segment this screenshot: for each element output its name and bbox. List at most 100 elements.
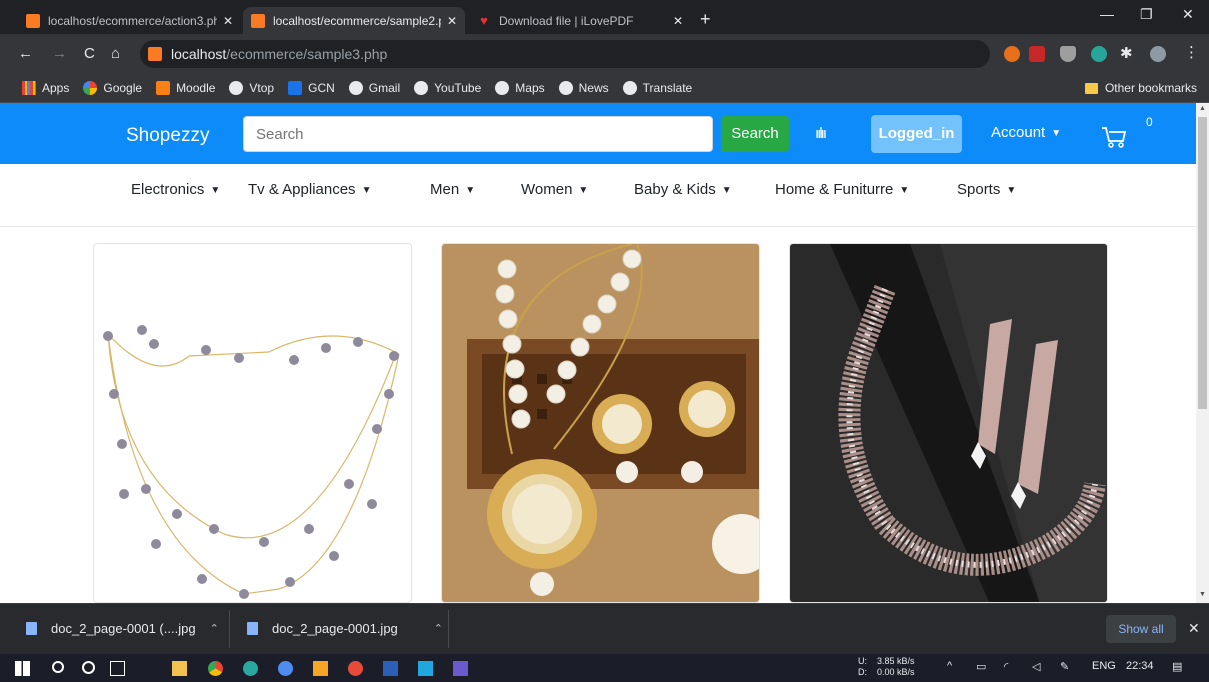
bookmark-news[interactable]: News: [558, 81, 609, 95]
app-icon[interactable]: [418, 661, 433, 676]
shield-extension-icon[interactable]: [1060, 46, 1076, 62]
edge-icon[interactable]: [243, 661, 258, 676]
bookmark-label: YouTube: [434, 81, 482, 95]
close-shelf-icon[interactable]: ✕: [1188, 620, 1200, 637]
category-sports[interactable]: Sports ▼: [957, 181, 1016, 198]
word-icon[interactable]: [383, 661, 398, 676]
pen-icon[interactable]: ✎: [1060, 660, 1069, 673]
show-all-button[interactable]: Show all: [1106, 615, 1176, 643]
chevron-up-icon[interactable]: ⌃: [434, 622, 443, 635]
product-card[interactable]: [789, 243, 1108, 603]
visual-studio-icon[interactable]: [453, 661, 468, 676]
sublime-icon[interactable]: [313, 661, 328, 676]
download-item[interactable]: doc_2_page-0001 (....jpg ⌃: [26, 621, 219, 636]
bookmark-label: Google: [103, 81, 143, 95]
back-icon[interactable]: ←: [18, 45, 33, 62]
close-window-icon[interactable]: ✕: [1182, 6, 1194, 23]
page-scrollbar[interactable]: ▲ ▼: [1196, 103, 1209, 603]
bookmark-vtop[interactable]: Vtop: [229, 81, 274, 95]
account-dropdown[interactable]: Account ▼: [991, 124, 1061, 141]
search-button[interactable]: Search: [721, 116, 789, 152]
pearl-layered-necklace-image[interactable]: [94, 244, 412, 603]
bookmark-youtube[interactable]: YouTube: [414, 81, 481, 95]
chrome-icon[interactable]: [208, 661, 223, 676]
caret-down-icon: ▼: [721, 185, 732, 196]
product-card[interactable]: [93, 243, 412, 603]
tab-ilovepdf[interactable]: ♥ Download file | iLovePDF ✕: [469, 7, 691, 34]
extension-icon[interactable]: [1091, 46, 1107, 62]
product-card[interactable]: [441, 243, 760, 603]
category-baby-kids[interactable]: Baby & Kids ▼: [634, 181, 732, 198]
tab-action3[interactable]: localhost/ecommerce/action3.ph ✕: [18, 7, 241, 34]
close-tab-icon[interactable]: ✕: [223, 14, 233, 28]
windows-start-icon[interactable]: [15, 661, 30, 676]
extension-icon[interactable]: [1004, 46, 1020, 62]
pearl-pendant-jewellery-set-image[interactable]: [442, 244, 760, 603]
download-label: D:: [858, 667, 867, 677]
download-item[interactable]: doc_2_page-0001.jpg ⌃: [247, 621, 443, 636]
chevron-up-icon[interactable]: ⌃: [210, 622, 219, 635]
cortana-icon[interactable]: [82, 661, 95, 674]
globe-icon: [414, 81, 429, 95]
adblock-plus-icon[interactable]: [1029, 46, 1045, 62]
category-tv-appliances[interactable]: Tv & Appliances ▼: [248, 181, 371, 198]
site-brand[interactable]: Shopezzy: [126, 125, 209, 147]
category-home-furniture[interactable]: Home & Funiturre ▼: [775, 181, 909, 198]
new-tab-icon[interactable]: +: [700, 9, 711, 30]
address-bar[interactable]: localhost/ecommerce/sample3.php: [140, 40, 990, 68]
reload-icon[interactable]: C: [84, 45, 95, 62]
bookmark-moodle[interactable]: Moodle: [156, 81, 215, 95]
close-tab-icon[interactable]: ✕: [673, 14, 683, 28]
clock[interactable]: 22:34: [1126, 660, 1154, 672]
bookmark-translate[interactable]: Translate: [622, 81, 693, 95]
xampp-favicon-icon: [26, 13, 40, 28]
category-electronics[interactable]: Electronics ▼: [131, 181, 220, 198]
minimize-icon[interactable]: —: [1100, 6, 1114, 22]
bookmark-maps[interactable]: Maps: [495, 81, 545, 95]
cart-icon[interactable]: [1101, 120, 1127, 150]
profile-avatar-icon[interactable]: [1150, 46, 1166, 62]
other-bookmarks[interactable]: Other bookmarks: [1084, 81, 1197, 95]
scrollbar-thumb[interactable]: [1198, 117, 1207, 409]
caret-down-icon: ▼: [1051, 128, 1062, 139]
ilovepdf-favicon-icon: ♥: [480, 12, 488, 28]
wifi-icon[interactable]: ◜: [1004, 660, 1008, 673]
bookmark-google[interactable]: Google: [83, 81, 142, 95]
notifications-icon[interactable]: ▤: [1172, 660, 1182, 673]
app-icon[interactable]: [278, 661, 293, 676]
globe-icon: [229, 81, 244, 95]
category-men[interactable]: Men ▼: [430, 181, 475, 198]
download-shelf: doc_2_page-0001 (....jpg ⌃ doc_2_page-00…: [0, 603, 1209, 654]
task-view-icon[interactable]: [110, 661, 125, 676]
close-tab-icon[interactable]: ✕: [447, 14, 457, 28]
tab-sample2[interactable]: localhost/ecommerce/sample2.p ✕: [243, 7, 465, 34]
restore-icon[interactable]: ❐: [1140, 6, 1153, 23]
bookmark-label: Translate: [642, 81, 693, 95]
tray-expand-icon[interactable]: ^: [947, 660, 952, 672]
forward-icon[interactable]: →: [52, 45, 67, 62]
scroll-down-icon[interactable]: ▼: [1199, 591, 1206, 598]
search-input[interactable]: [243, 116, 713, 152]
category-label: Tv & Appliances: [248, 181, 356, 198]
category-women[interactable]: Women ▼: [521, 181, 588, 198]
bookmark-apps[interactable]: Apps: [22, 81, 69, 95]
file-explorer-icon[interactable]: [172, 661, 187, 676]
bookmark-gmail[interactable]: Gmail: [348, 81, 400, 95]
battery-icon[interactable]: ▭: [976, 660, 986, 673]
scroll-up-icon[interactable]: ▲: [1199, 105, 1206, 112]
language-indicator[interactable]: ENG: [1092, 660, 1116, 672]
caret-down-icon: ▼: [210, 185, 221, 196]
menu-kebab-icon[interactable]: ⋮: [1184, 43, 1200, 61]
network-speed-readout: U: 3.85 kB/s D: 0.00 kB/s: [858, 656, 915, 678]
voice-search-icon[interactable]: ıılıı: [815, 125, 827, 142]
gcn-icon: [288, 81, 303, 95]
app-icon[interactable]: [348, 661, 363, 676]
volume-icon[interactable]: ◁: [1032, 660, 1040, 673]
home-icon[interactable]: ⌂: [111, 45, 120, 62]
search-icon[interactable]: [52, 661, 64, 673]
category-label: Home & Funiturre: [775, 181, 894, 198]
bookmark-gcn[interactable]: GCN: [288, 81, 335, 95]
extensions-puzzle-icon[interactable]: ✱: [1120, 44, 1136, 62]
logged-in-button[interactable]: Logged_in: [871, 115, 962, 153]
diamond-necklace-set-image[interactable]: [790, 244, 1108, 603]
